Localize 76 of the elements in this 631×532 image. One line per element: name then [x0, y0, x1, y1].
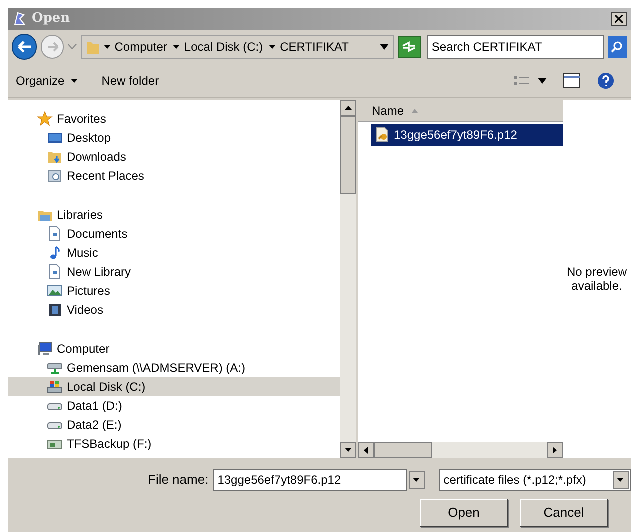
- navigation-item[interactable]: Downloads: [37, 147, 340, 166]
- navigation-item[interactable]: TFSBackup (F:): [37, 434, 340, 453]
- navigation-item[interactable]: Desktop: [37, 128, 340, 147]
- address-dropdown-icon[interactable]: [380, 44, 389, 50]
- close-button[interactable]: [611, 12, 627, 26]
- scroll-up-button[interactable]: [340, 100, 356, 116]
- file-type-dropdown[interactable]: certificate files (*.p12;*.pfx): [438, 469, 631, 491]
- navigation-item[interactable]: Data2 (E:): [37, 415, 340, 434]
- star-icon: [37, 110, 53, 126]
- film-icon: [47, 302, 63, 318]
- cancel-button[interactable]: Cancel: [520, 499, 608, 527]
- scroll-right-button[interactable]: [547, 442, 563, 458]
- search-field[interactable]: Search CERTIFIKAT: [426, 35, 604, 59]
- dropdown-button[interactable]: [612, 471, 629, 489]
- navigation-item[interactable]: Favorites: [37, 109, 340, 128]
- file-name-dropdown-button[interactable]: [408, 471, 425, 489]
- back-arrow-icon: [18, 41, 32, 53]
- organize-menu[interactable]: Organize: [16, 72, 78, 90]
- navigation-item[interactable]: Pictures: [37, 281, 340, 300]
- view-dropdown-icon[interactable]: [538, 78, 547, 84]
- search-icon: [611, 41, 624, 53]
- navigation-item[interactable]: Documents: [37, 224, 340, 243]
- scroll-thumb[interactable]: [340, 116, 356, 194]
- column-header[interactable]: Name: [358, 100, 563, 122]
- forward-arrow-icon: [46, 42, 59, 52]
- search-button[interactable]: [608, 36, 627, 58]
- help-icon[interactable]: [597, 72, 615, 90]
- right-arrow-icon: [553, 446, 557, 454]
- left-arrow-icon: [364, 446, 368, 454]
- vertical-scrollbar[interactable]: [340, 100, 356, 458]
- scroll-down-button[interactable]: [340, 442, 356, 458]
- navigation-item[interactable]: Gemensam (\\ADMSERVER) (A:): [37, 358, 340, 377]
- horizontal-scrollbar[interactable]: [358, 442, 563, 458]
- sort-icon: [412, 108, 418, 112]
- breadcrumb-arrow-icon[interactable]: [104, 45, 111, 49]
- breadcrumb[interactable]: Local Disk (C:): [184, 38, 264, 56]
- navigation-item[interactable]: Videos: [37, 300, 340, 319]
- navigation-item[interactable]: Music: [37, 243, 340, 262]
- scroll-left-button[interactable]: [358, 442, 374, 458]
- refresh-icon: [401, 41, 418, 53]
- open-button[interactable]: Open: [420, 499, 508, 527]
- computer-icon: [37, 340, 53, 356]
- breadcrumb-arrow-icon[interactable]: [269, 45, 276, 49]
- refresh-button[interactable]: [398, 36, 421, 58]
- breadcrumb[interactable]: CERTIFIKAT: [280, 38, 350, 56]
- dropdown-arrow-icon: [413, 478, 420, 482]
- dropdown-arrow-icon: [617, 478, 624, 482]
- document-icon: [47, 226, 63, 242]
- down-arrow-icon: [344, 448, 352, 452]
- column-header-label[interactable]: Name: [372, 102, 404, 120]
- window-title: Open: [32, 10, 70, 28]
- navigation-item[interactable]: New Library: [37, 262, 340, 281]
- breadcrumb[interactable]: Computer: [114, 38, 168, 56]
- close-icon: [615, 15, 623, 23]
- app-icon: [12, 11, 28, 27]
- navigation-item[interactable]: Computer: [37, 339, 340, 358]
- dropdown-arrow-icon: [70, 78, 78, 82]
- certificate-file-icon: [375, 127, 391, 143]
- navigation-item[interactable]: Local Disk (C:): [8, 377, 340, 396]
- navigation-item[interactable]: Data1 (D:): [37, 396, 340, 415]
- drive-icon: [47, 378, 63, 394]
- address-bar[interactable]: Computer Local Disk (C:) CERTIFIKAT: [80, 35, 394, 59]
- navigation-item[interactable]: Libraries: [37, 205, 340, 224]
- back-button[interactable]: [12, 34, 38, 60]
- preview-pane-icon[interactable]: [563, 72, 581, 88]
- file-name-field[interactable]: 13gge56ef7yt89F6.p12: [212, 469, 407, 491]
- picture-icon: [47, 282, 63, 298]
- breadcrumb-arrow-icon[interactable]: [173, 45, 180, 49]
- document-icon: [47, 264, 63, 280]
- scroll-thumb[interactable]: [374, 442, 432, 458]
- up-arrow-icon: [344, 106, 352, 110]
- file-name-label: File name:: [148, 471, 209, 490]
- file-row[interactable]: 13gge56ef7yt89F6.p12: [371, 124, 563, 146]
- preview-message: No preview available.: [566, 265, 628, 293]
- navigation-item[interactable]: Recent Places: [37, 166, 340, 185]
- toolbar-button[interactable]: New folder: [102, 72, 160, 90]
